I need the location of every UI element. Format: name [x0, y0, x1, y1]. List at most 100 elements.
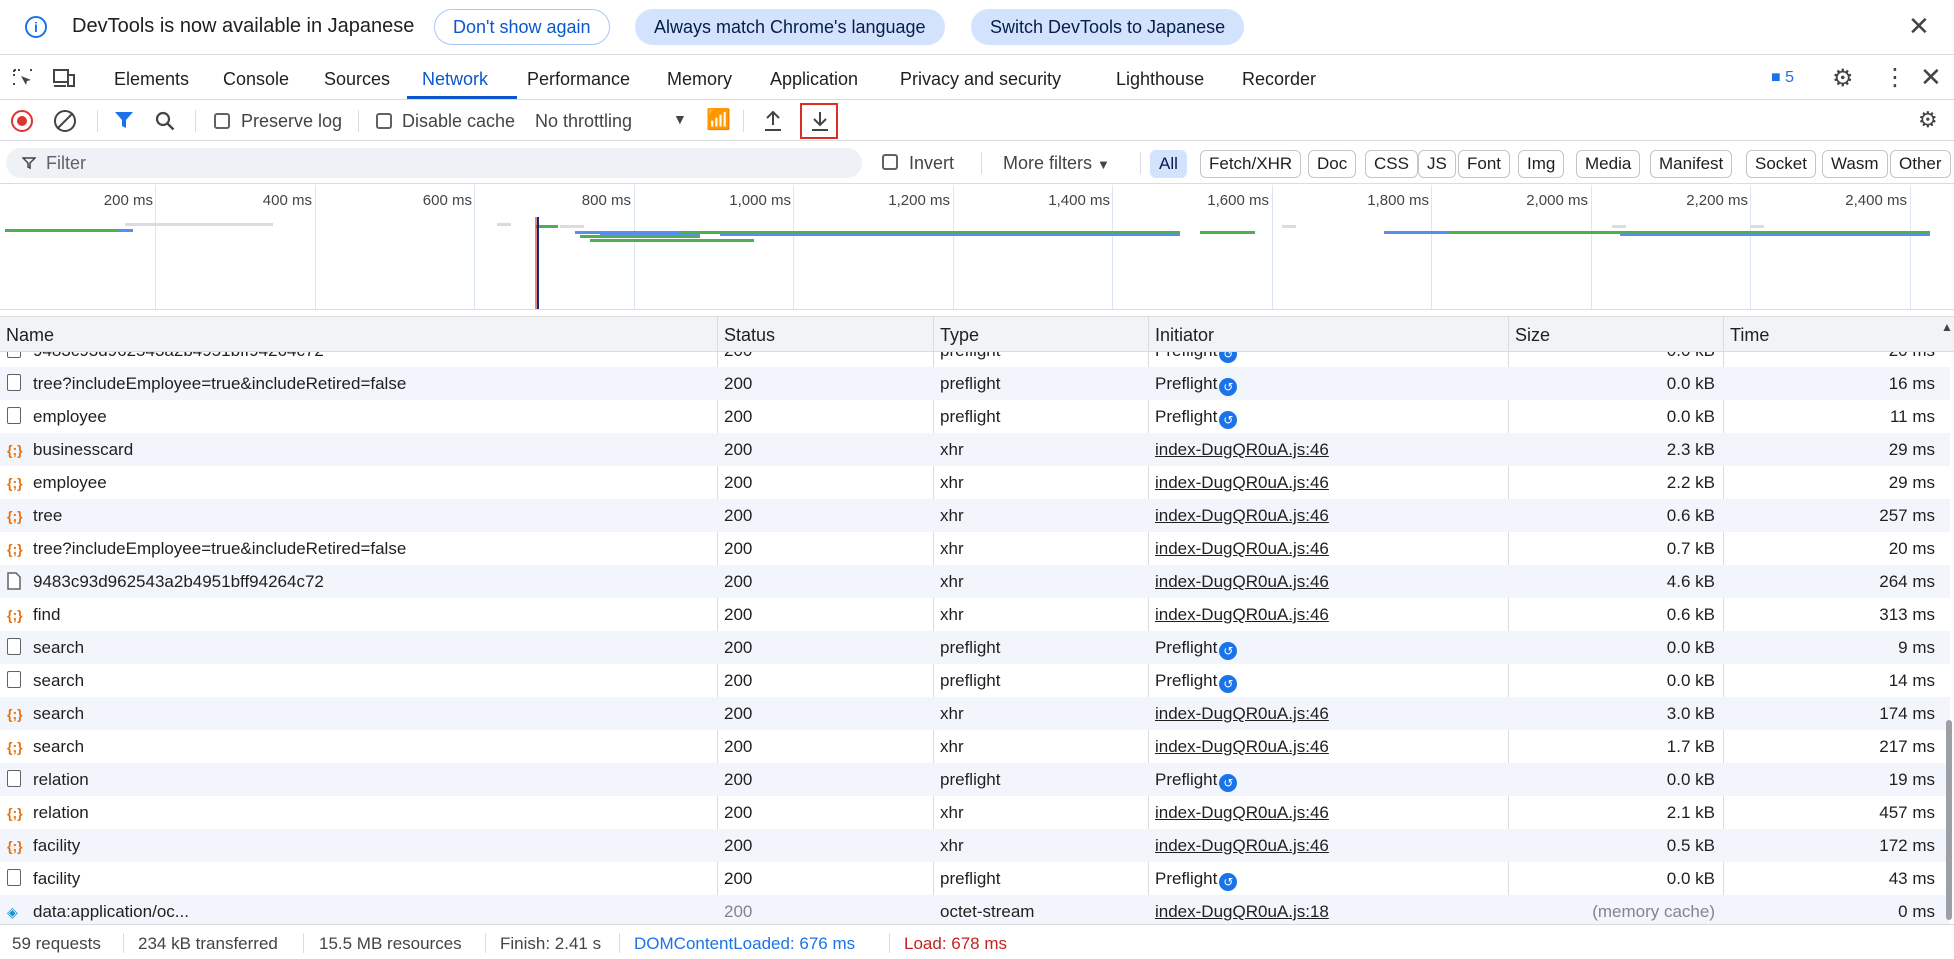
throttling-select[interactable]: No throttling — [535, 111, 632, 132]
tab-lighthouse[interactable]: Lighthouse — [1116, 69, 1204, 90]
chip-js[interactable]: JS — [1418, 150, 1456, 178]
chip-doc[interactable]: Doc — [1308, 150, 1357, 178]
dont-show-again-button[interactable]: Don't show again — [434, 9, 610, 45]
initiator-link[interactable]: index-DugQR0uA.js:46 — [1155, 803, 1329, 823]
inspect-element-icon[interactable] — [11, 67, 35, 89]
table-row[interactable]: 9483c93d962543a2b4951bff94264c72 200 prefl… — [0, 352, 1950, 367]
initiator-link[interactable]: index-DugQR0uA.js:46 — [1155, 539, 1329, 559]
disable-cache-checkbox[interactable] — [376, 113, 392, 129]
table-row[interactable]: {;} search 200 xhr index-DugQR0uA.js:46 1.7 k… — [0, 730, 1950, 763]
table-row[interactable]: ◈ data:application/oc... 200 octet-stream in… — [0, 895, 1950, 924]
table-row[interactable]: {;} tree 200 xhr index-DugQR0uA.js:46 0.6 kB 2… — [0, 499, 1950, 532]
table-row[interactable]: employee 200 preflight Preflight ↺ 0.0 kB 11 m… — [0, 400, 1950, 433]
col-header-initiator[interactable]: Initiator — [1155, 325, 1214, 346]
chip-manifest[interactable]: Manifest — [1650, 150, 1733, 178]
initiator-link[interactable]: index-DugQR0uA.js:18 — [1155, 902, 1329, 922]
invert-checkbox[interactable] — [882, 154, 898, 170]
more-options-icon[interactable]: ⋮ — [1883, 63, 1907, 92]
import-har-icon[interactable] — [762, 109, 784, 133]
table-row[interactable]: search 200 preflight Preflight ↺ 0.0 kB 9 ms — [0, 631, 1950, 664]
col-header-time[interactable]: Time — [1730, 325, 1769, 346]
switch-to-japanese-button[interactable]: Switch DevTools to Japanese — [971, 9, 1245, 45]
preflight-reveal-icon[interactable]: ↺ — [1219, 352, 1238, 363]
initiator-link[interactable]: index-DugQR0uA.js:46 — [1155, 572, 1329, 592]
preflight-reveal-icon[interactable]: ↺ — [1219, 675, 1238, 693]
col-header-size[interactable]: Size — [1515, 325, 1550, 346]
table-row[interactable]: {;} search 200 xhr index-DugQR0uA.js:46 3.0 k… — [0, 697, 1950, 730]
initiator-link[interactable]: index-DugQR0uA.js:46 — [1155, 704, 1329, 724]
network-overview-timeline[interactable]: 200 ms 400 ms 600 ms 800 ms 1,000 ms 1,2… — [0, 185, 1954, 310]
chip-socket[interactable]: Socket — [1746, 150, 1816, 178]
request-status: 200 — [724, 539, 753, 558]
xhr-icon: {;} — [7, 607, 23, 623]
chip-img[interactable]: Img — [1518, 150, 1565, 178]
table-row[interactable]: {;} find 200 xhr index-DugQR0uA.js:46 0.6 kB 3… — [0, 598, 1950, 631]
stop-recording-button[interactable] — [11, 110, 33, 132]
chip-css[interactable]: CSS — [1365, 150, 1418, 178]
initiator-text: index-DugQR0uA.js:46 — [1155, 539, 1329, 558]
chip-media[interactable]: Media — [1576, 150, 1641, 178]
chip-fetch-xhr[interactable]: Fetch/XHR — [1200, 150, 1302, 178]
tab-recorder[interactable]: Recorder — [1242, 69, 1316, 90]
preflight-reveal-icon[interactable]: ↺ — [1219, 774, 1238, 792]
issues-badge[interactable]: ■ 5 — [1771, 69, 1794, 87]
settings-gear-icon[interactable]: ⚙ — [1832, 64, 1854, 93]
initiator-link[interactable]: index-DugQR0uA.js:46 — [1155, 836, 1329, 856]
table-row[interactable]: search 200 preflight Preflight ↺ 0.0 kB 14 ms — [0, 664, 1950, 697]
tab-elements[interactable]: Elements — [114, 69, 189, 90]
preserve-log-checkbox[interactable] — [214, 113, 230, 129]
request-status: 200 — [724, 770, 753, 789]
col-header-status[interactable]: Status — [724, 325, 775, 346]
tab-application[interactable]: Application — [770, 69, 858, 90]
table-row[interactable]: {;} relation 200 xhr index-DugQR0uA.js:46 2.1… — [0, 796, 1950, 829]
close-devtools-icon[interactable]: ✕ — [1920, 62, 1942, 93]
filter-input[interactable] — [46, 151, 846, 175]
request-type: preflight — [940, 374, 1001, 393]
chevron-down-icon[interactable]: ▼ — [673, 111, 687, 127]
tab-sources[interactable]: Sources — [324, 69, 390, 90]
table-row[interactable]: {;} businesscard 200 xhr index-DugQR0uA.js:4… — [0, 433, 1950, 466]
more-filters-dropdown[interactable]: More filters ▼ — [1003, 153, 1110, 174]
table-row[interactable]: 9483c93d962543a2b4951bff94264c72 200 xhr in… — [0, 565, 1950, 598]
preflight-reveal-icon[interactable]: ↺ — [1219, 411, 1238, 429]
search-icon[interactable] — [154, 110, 176, 132]
preflight-reveal-icon[interactable]: ↺ — [1219, 642, 1238, 660]
device-toolbar-icon[interactable] — [52, 67, 76, 89]
table-row[interactable]: tree?includeEmployee=true&includeRetired… — [0, 367, 1950, 400]
tab-network[interactable]: Network — [422, 69, 488, 90]
initiator-link[interactable]: index-DugQR0uA.js:46 — [1155, 605, 1329, 625]
chip-font[interactable]: Font — [1458, 150, 1511, 178]
chip-wasm[interactable]: Wasm — [1822, 150, 1888, 178]
tab-performance[interactable]: Performance — [527, 69, 630, 90]
clear-log-button[interactable] — [54, 110, 76, 132]
network-settings-gear-icon[interactable]: ⚙ — [1918, 107, 1938, 133]
tab-console[interactable]: Console — [223, 69, 289, 90]
filter-toggle-icon[interactable] — [113, 109, 135, 131]
initiator-link[interactable]: index-DugQR0uA.js:46 — [1155, 440, 1329, 460]
table-row[interactable]: facility 200 preflight Preflight ↺ 0.0 kB 43 m… — [0, 862, 1950, 895]
export-har-icon[interactable] — [809, 109, 831, 133]
table-row[interactable]: {;} facility 200 xhr index-DugQR0uA.js:46 0.5… — [0, 829, 1950, 862]
tab-memory[interactable]: Memory — [667, 69, 732, 90]
network-conditions-icon[interactable]: 📶 — [706, 107, 731, 132]
tab-privacy-security[interactable]: Privacy and security — [900, 69, 1061, 90]
request-type: preflight — [940, 407, 1001, 426]
close-icon[interactable]: ✕ — [1908, 11, 1930, 42]
chip-all[interactable]: All — [1150, 150, 1187, 178]
preflight-reveal-icon[interactable]: ↺ — [1219, 873, 1238, 891]
initiator-link[interactable]: index-DugQR0uA.js:46 — [1155, 473, 1329, 493]
always-match-language-button[interactable]: Always match Chrome's language — [635, 9, 945, 45]
table-row[interactable]: {;} tree?includeEmployee=true&includeReti… — [0, 532, 1950, 565]
col-header-name[interactable]: Name — [6, 325, 54, 346]
table-row[interactable]: relation 200 preflight Preflight ↺ 0.0 kB 19 m… — [0, 763, 1950, 796]
col-header-type[interactable]: Type — [940, 325, 979, 346]
initiator-link[interactable]: index-DugQR0uA.js:46 — [1155, 506, 1329, 526]
separator — [485, 933, 486, 953]
table-scrollbar-thumb[interactable] — [1946, 720, 1952, 920]
initiator-link[interactable]: index-DugQR0uA.js:46 — [1155, 737, 1329, 757]
invert-label: Invert — [909, 153, 955, 173]
request-time: 257 ms — [1879, 506, 1935, 525]
chip-other[interactable]: Other — [1890, 150, 1951, 178]
table-row[interactable]: {;} employee 200 xhr index-DugQR0uA.js:46 2.2… — [0, 466, 1950, 499]
preflight-reveal-icon[interactable]: ↺ — [1219, 378, 1238, 396]
